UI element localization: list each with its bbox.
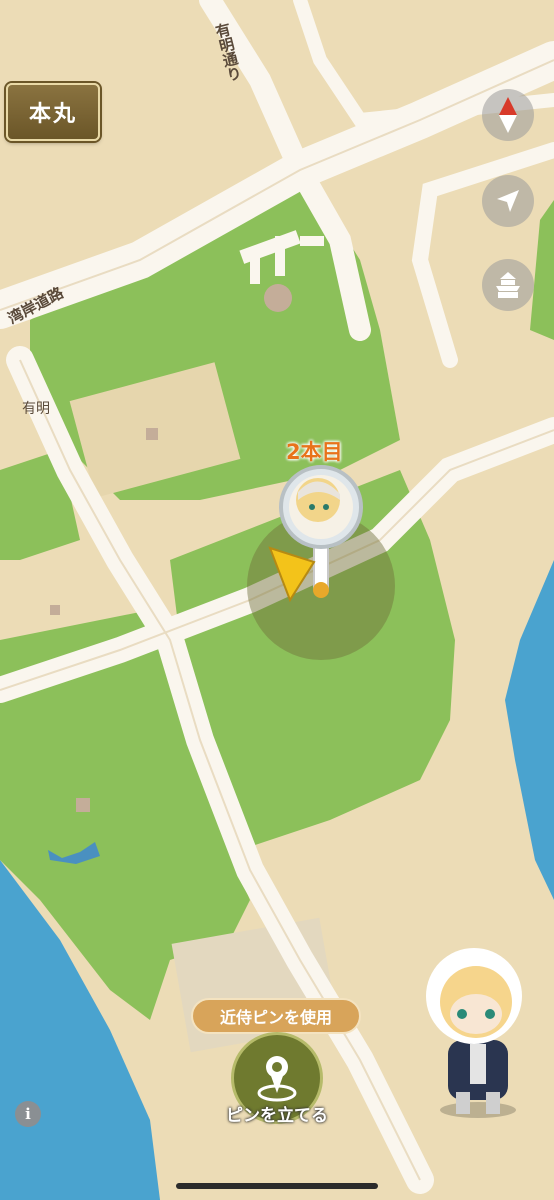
location-arrow-icon: [497, 190, 519, 212]
plaza-circle: [264, 284, 292, 312]
compass-icon: [499, 97, 517, 133]
set-pin-label: ピンを立てる: [226, 1106, 328, 1126]
castle-button[interactable]: [482, 259, 534, 311]
home-indicator[interactable]: [176, 1183, 378, 1189]
pin-label: 2本目: [286, 440, 343, 464]
castle-icon: [496, 272, 520, 298]
honmaru-button[interactable]: 本丸: [6, 83, 100, 141]
locate-button[interactable]: [482, 175, 534, 227]
use-kinji-pin-button[interactable]: 近侍ピンを使用: [191, 998, 361, 1034]
use-kinji-pin-label: 近侍ピンを使用: [219, 1008, 332, 1027]
info-icon[interactable]: i: [15, 1101, 41, 1127]
honmaru-label: 本丸: [28, 102, 77, 127]
road-label-ariake: 有明: [22, 401, 50, 417]
compass-button[interactable]: [482, 89, 534, 141]
